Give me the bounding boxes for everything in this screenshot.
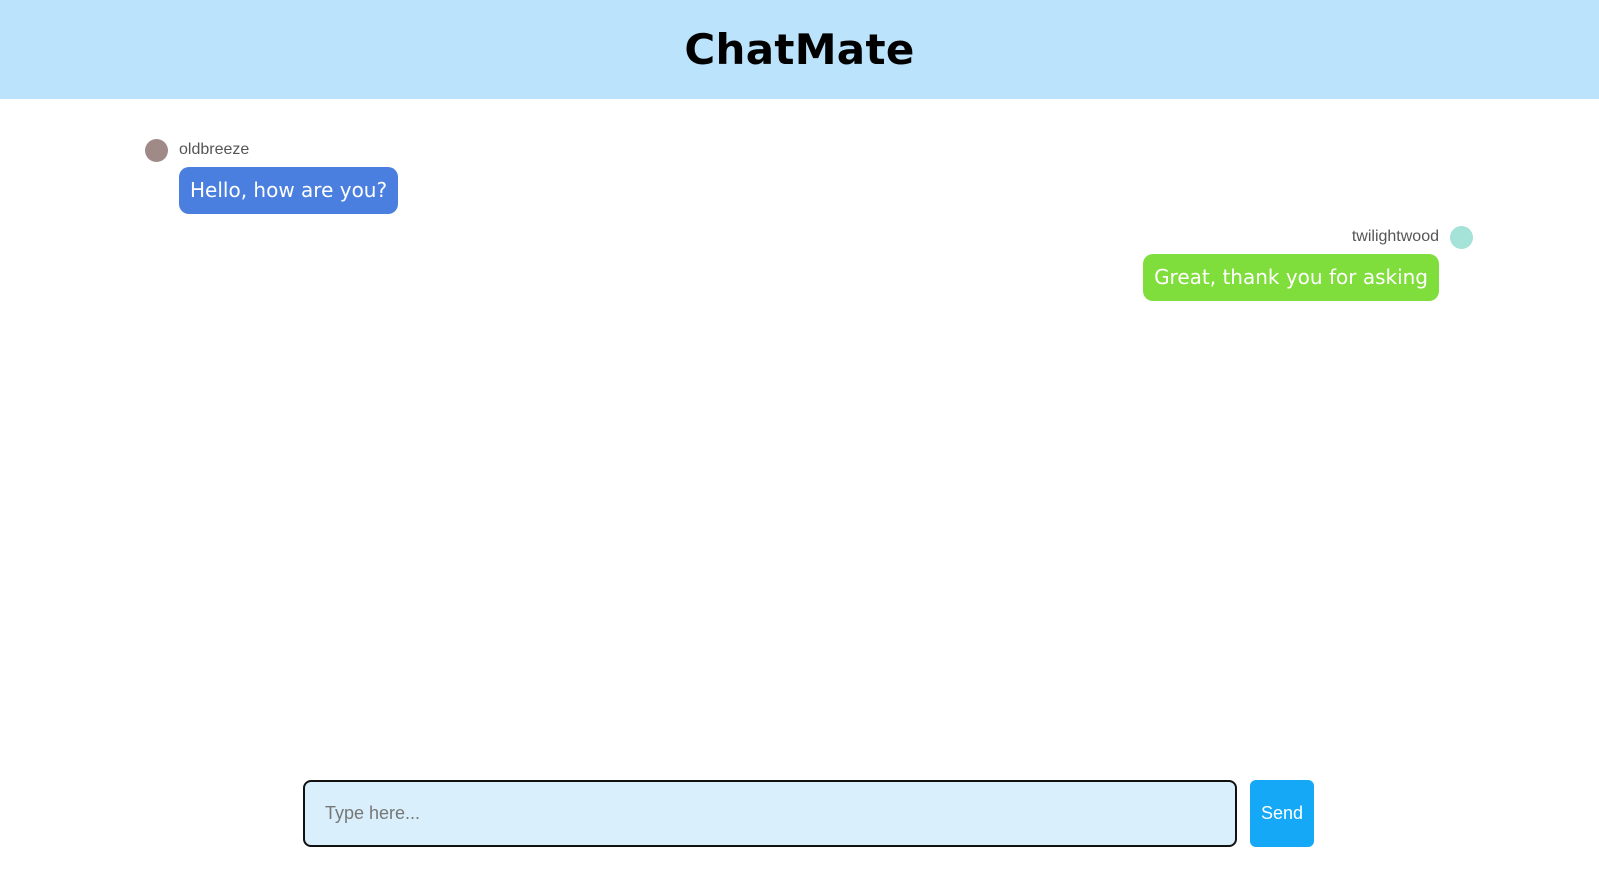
message-bubble: Great, thank you for asking <box>1143 254 1439 301</box>
message-composer: Send <box>303 780 1314 847</box>
message-input[interactable] <box>303 780 1237 847</box>
message-username: oldbreeze <box>179 141 250 158</box>
avatar <box>1450 225 1473 249</box>
message-item: twilightwood Great, thank you for asking <box>1143 225 1473 301</box>
send-button[interactable]: Send <box>1250 780 1314 847</box>
avatar <box>145 138 168 162</box>
message-item: oldbreeze Hello, how are you? <box>145 138 399 214</box>
message-username: twilightwood <box>1351 228 1439 245</box>
message-meta: twilightwood <box>1143 225 1473 249</box>
app-title: ChatMate <box>684 25 915 74</box>
app-header: ChatMate <box>0 0 1599 99</box>
message-meta: oldbreeze <box>145 138 398 162</box>
message-bubble: Hello, how are you? <box>179 167 399 214</box>
